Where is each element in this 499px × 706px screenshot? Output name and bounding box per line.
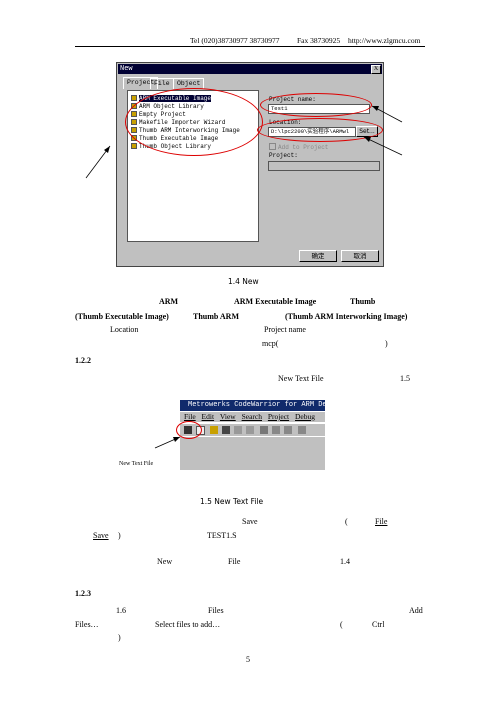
text-fig-1-4-ref: 1.4	[340, 557, 350, 566]
text-mcp: mcp(	[262, 339, 279, 348]
text-arm: ARM	[159, 297, 179, 306]
text-fig-1-5-ref: 1.5	[400, 374, 410, 383]
text-thumb-executable-image: (Thumb Executable Image)	[75, 312, 169, 321]
text-thumb: Thumb	[350, 297, 376, 306]
codewarrior-window: Metrowerks CodeWarrior for ARM Deve File…	[176, 400, 325, 470]
text-paren-close: )	[118, 531, 121, 540]
section-1-2-2: 1.2.2	[75, 356, 91, 365]
text-fig-1-6-ref: 1.6	[116, 606, 126, 615]
menu-view[interactable]: View	[220, 412, 236, 421]
menu-edit[interactable]: Edit	[202, 412, 215, 421]
section-1-2-3: 1.2.3	[75, 589, 91, 598]
text-new-text-file: New Text File	[278, 374, 324, 383]
text-files: Files	[208, 606, 224, 615]
menu-debug[interactable]: Debug	[295, 412, 315, 421]
text-project-name: Project name	[264, 325, 306, 334]
text-paren-open: (	[345, 517, 348, 526]
paste-icon[interactable]	[284, 426, 292, 434]
copy-icon[interactable]	[272, 426, 280, 434]
text-paren-open-2: (	[340, 620, 343, 629]
text-select-files: Select files to add…	[155, 620, 221, 629]
text-files-ellipsis: Files…	[75, 620, 99, 629]
workspace-area	[180, 437, 325, 470]
menu-bar: File Edit View Search Project Debug	[180, 412, 325, 422]
redo-icon[interactable]	[246, 426, 254, 434]
text-ctrl: Ctrl	[372, 620, 385, 629]
text-close-paren: )	[385, 339, 388, 348]
text-paren-close-2: )	[118, 633, 121, 642]
text-location: Location	[110, 325, 139, 334]
text-add: Add	[409, 606, 423, 615]
text-file: File	[228, 557, 241, 566]
page-number: 5	[246, 655, 250, 664]
menu-file[interactable]: File	[184, 412, 196, 421]
open-folder-icon[interactable]	[210, 426, 218, 434]
annotation-arrows	[85, 105, 403, 449]
menu-search[interactable]: Search	[242, 412, 262, 421]
save-icon[interactable]	[222, 426, 230, 434]
annotation-ellipse	[176, 421, 202, 439]
text-thumb-arm: Thumb ARM	[193, 312, 240, 321]
menu-project[interactable]: Project	[268, 412, 289, 421]
undo-icon[interactable]	[234, 426, 242, 434]
text-save: Save	[242, 517, 258, 526]
text-test1-s: TEST1.S	[207, 531, 237, 540]
new-text-file-label: New Text File	[119, 461, 154, 467]
text-arm-executable-image: ARM Executable Image	[234, 297, 317, 306]
figure-caption-1-4: 1.4 New	[228, 277, 259, 286]
text-thumb-arm-interworking: (Thumb ARM Interworking Image)	[285, 312, 408, 321]
text-new: New	[157, 557, 173, 566]
figure-caption-1-5: 1.5 New Text File	[200, 497, 264, 506]
cut-icon[interactable]	[260, 426, 268, 434]
codewarrior-titlebar: Metrowerks CodeWarrior for ARM Deve	[180, 400, 325, 411]
find-icon[interactable]	[298, 426, 306, 434]
text-file-menu: File	[375, 517, 388, 526]
text-save-menu: Save	[93, 531, 109, 540]
